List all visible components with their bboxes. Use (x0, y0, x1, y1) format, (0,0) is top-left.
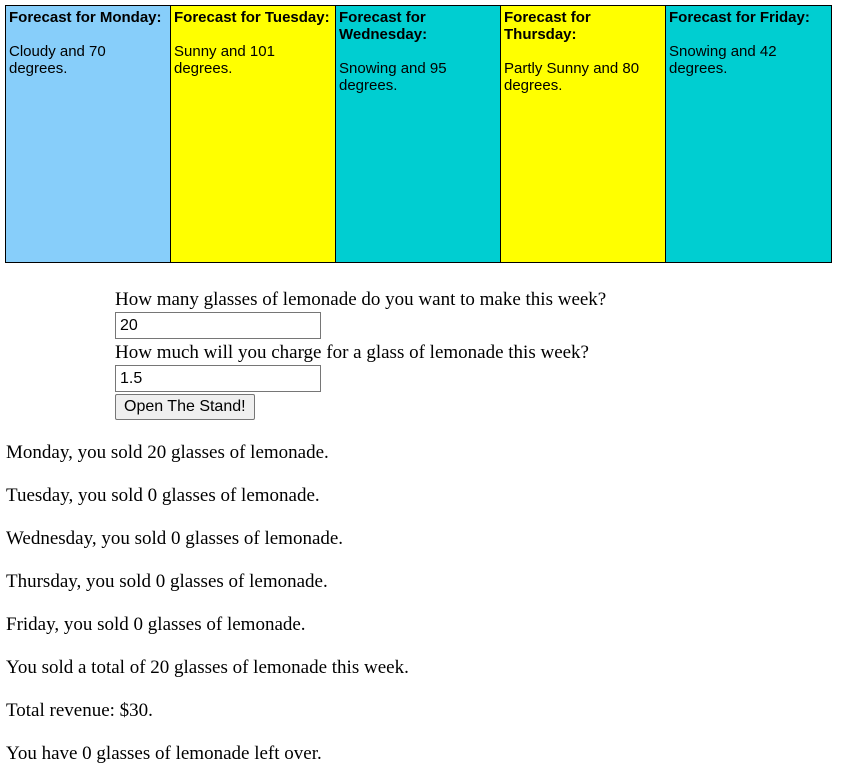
forecast-monday: Forecast for Monday: Cloudy and 70 degre… (5, 5, 171, 263)
forecast-title-friday: Forecast for Friday: (669, 9, 810, 26)
result-friday: Friday, you sold 0 glasses of lemonade. (6, 614, 306, 635)
forecast-table: Forecast for Monday: Cloudy and 70 degre… (5, 5, 832, 263)
forecast-title-wednesday: Forecast for Wednesday: (339, 9, 428, 43)
open-stand-button[interactable]: Open The Stand! (115, 394, 255, 420)
price-input[interactable] (115, 365, 321, 392)
forecast-title-tuesday: Forecast for Tuesday: (174, 9, 330, 26)
forecast-tuesday: Forecast for Tuesday: Sunny and 101 degr… (171, 5, 336, 263)
result-total-revenue: Total revenue: $30. (6, 700, 153, 721)
forecast-spacer (339, 43, 497, 60)
forecast-thursday: Forecast for Thursday: Partly Sunny and … (501, 5, 666, 263)
lemonade-form: How many glasses of lemonade do you want… (115, 288, 675, 420)
forecast-spacer (669, 26, 828, 43)
glasses-question-label: How many glasses of lemonade do you want… (115, 289, 607, 310)
forecast-title-monday: Forecast for Monday: (9, 9, 162, 26)
forecast-friday: Forecast for Friday: Snowing and 42 degr… (666, 5, 832, 263)
result-total-glasses: You sold a total of 20 glasses of lemona… (6, 657, 409, 678)
result-wednesday: Wednesday, you sold 0 glasses of lemonad… (6, 528, 344, 549)
forecast-wednesday: Forecast for Wednesday: Snowing and 95 d… (336, 5, 501, 263)
result-monday: Monday, you sold 20 glasses of lemonade. (6, 442, 329, 463)
result-thursday: Thursday, you sold 0 glasses of lemonade… (6, 571, 328, 592)
result-leftover: You have 0 glasses of lemonade left over… (6, 743, 322, 763)
forecast-text-monday: Cloudy and 70 degrees. (9, 43, 106, 77)
forecast-text-tuesday: Sunny and 101 degrees. (174, 43, 275, 77)
results-section: Monday, you sold 20 glasses of lemonade.… (6, 440, 409, 763)
forecast-spacer (174, 26, 332, 43)
forecast-text-friday: Snowing and 42 degrees. (669, 43, 777, 77)
glasses-input[interactable] (115, 312, 321, 339)
result-tuesday: Tuesday, you sold 0 glasses of lemonade. (6, 485, 320, 506)
forecast-text-thursday: Partly Sunny and 80 degrees. (504, 60, 640, 94)
forecast-spacer (9, 26, 167, 43)
forecast-title-thursday: Forecast for Thursday: (504, 9, 591, 43)
forecast-text-wednesday: Snowing and 95 degrees. (339, 60, 447, 94)
price-question-label: How much will you charge for a glass of … (115, 342, 589, 363)
forecast-spacer (504, 43, 662, 60)
